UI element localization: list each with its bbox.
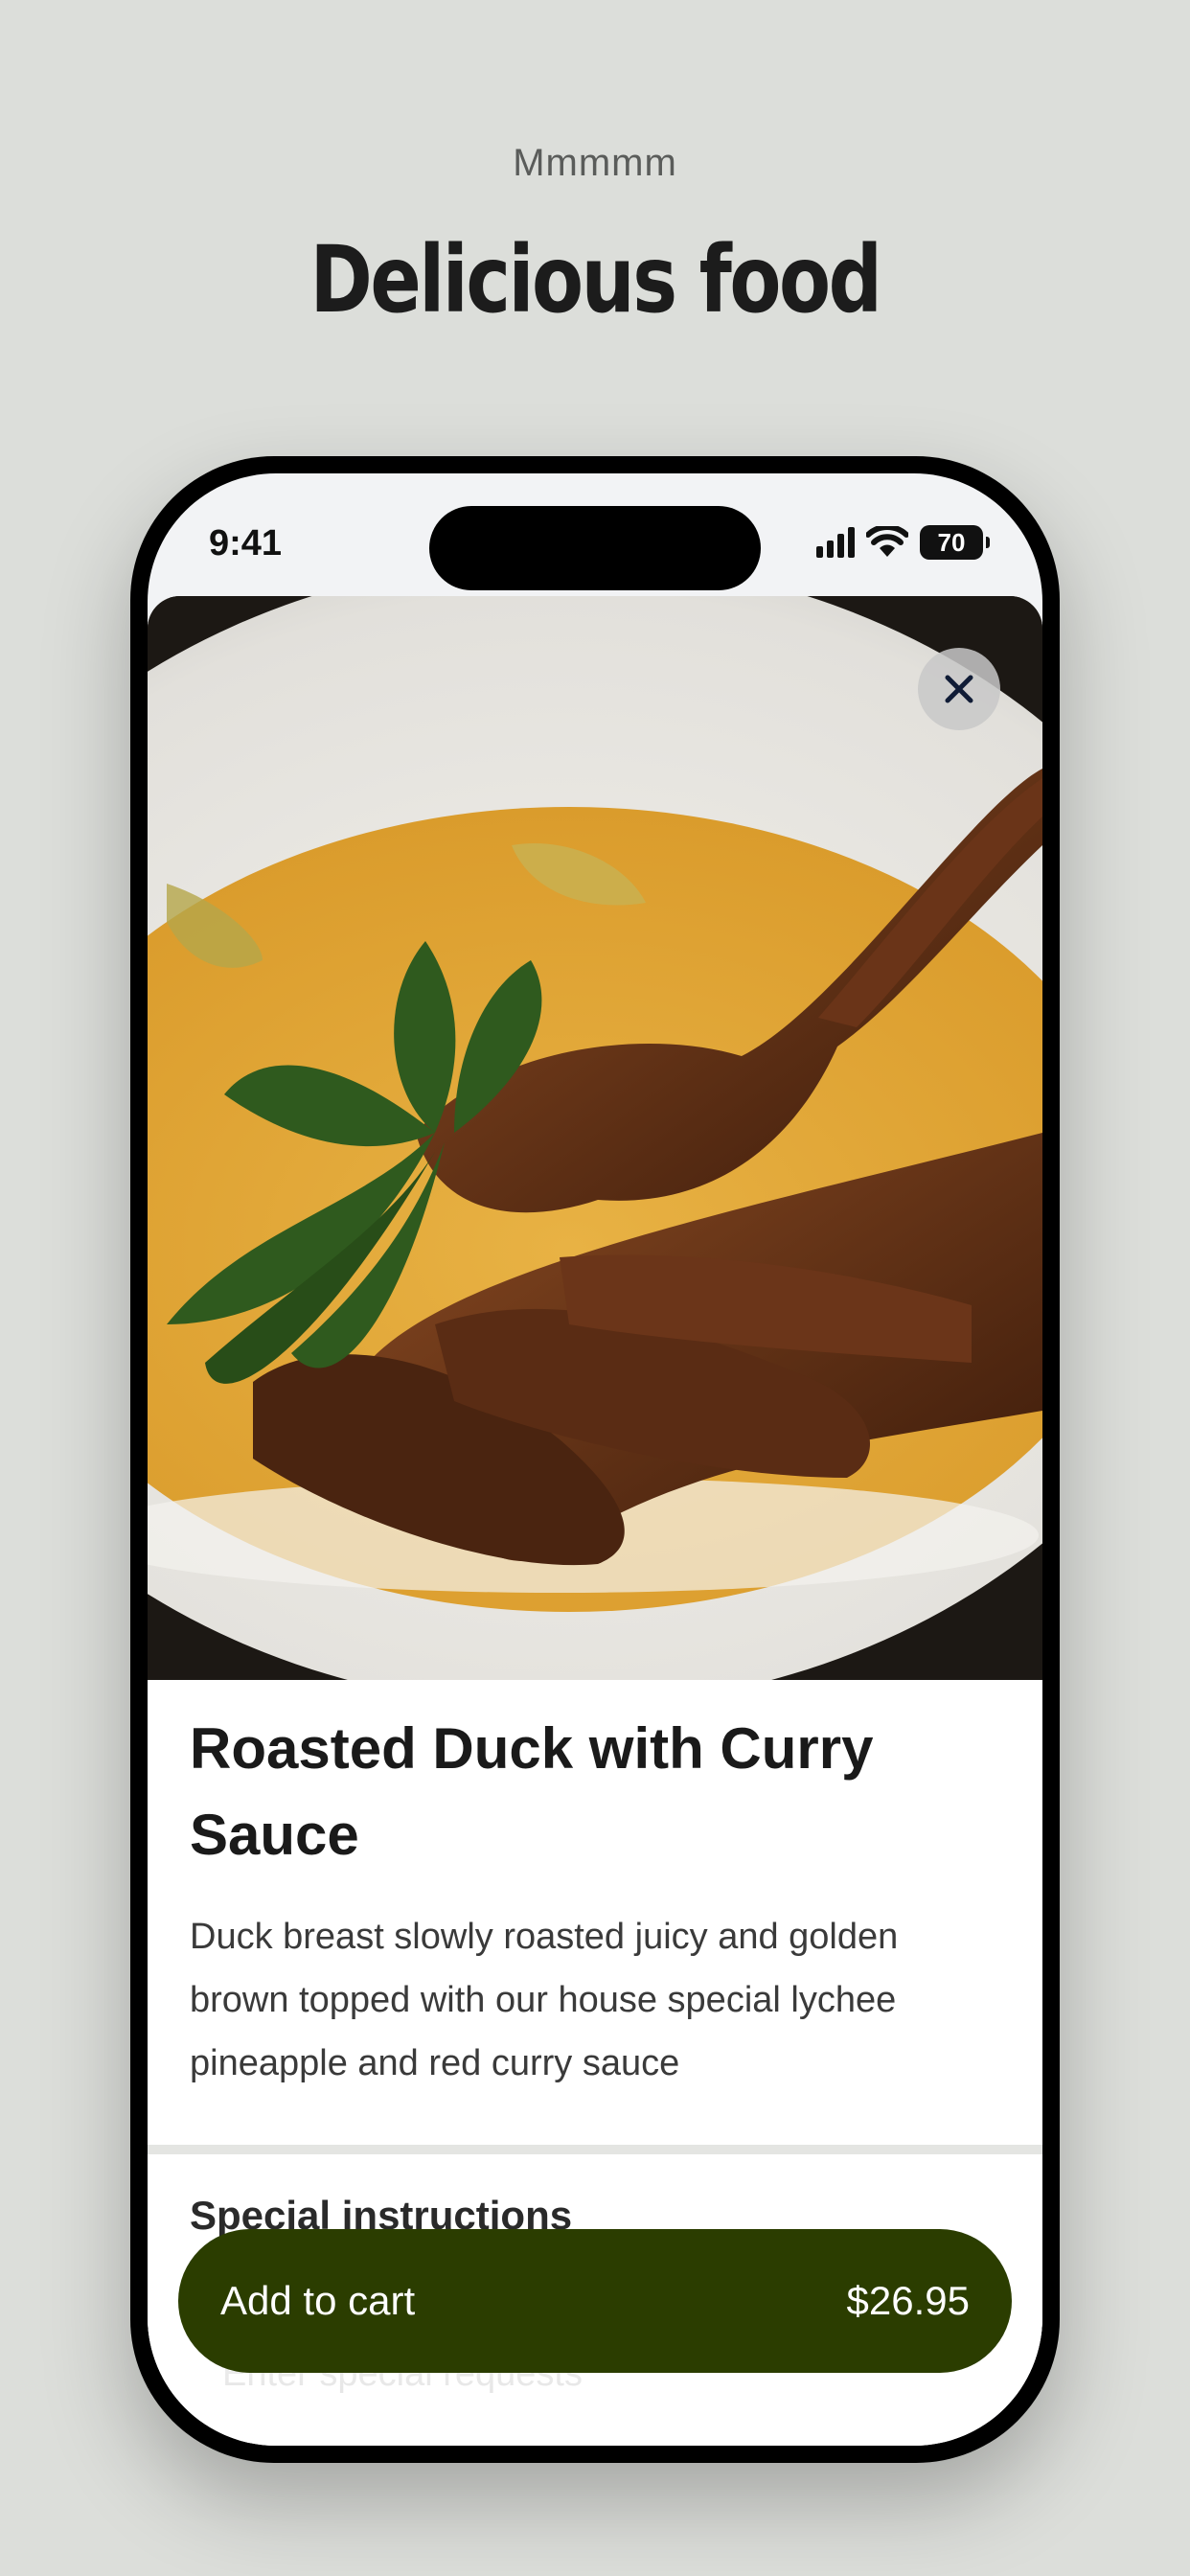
battery-icon: 70: [920, 525, 990, 560]
status-icons: 70: [816, 523, 990, 562]
phone-screen: 9:41 70 Roasted Duck with Curry Sauce Du…: [148, 473, 1042, 2446]
item-detail-sheet: Roasted Duck with Curry Sauce Duck breas…: [148, 596, 1042, 2446]
item-description: Duck breast slowly roasted juicy and gol…: [190, 1917, 899, 2083]
cellular-signal-icon: [816, 527, 855, 558]
section-divider: [148, 2145, 1042, 2154]
wifi-icon: [866, 526, 908, 557]
add-to-cart-label: Add to cart: [220, 2278, 416, 2323]
dish-illustration: [148, 596, 1042, 1680]
add-to-cart-button[interactable]: Add to cart $26.95: [178, 2229, 1012, 2373]
close-icon: [945, 675, 973, 703]
dynamic-island: [429, 506, 761, 590]
page-headline: Delicious food: [309, 226, 882, 334]
status-time: 9:41: [209, 523, 283, 564]
cart-price: $26.95: [846, 2278, 970, 2323]
item-title: Roasted Duck with Curry Sauce: [190, 1716, 874, 1867]
eyebrow-text: Mmmmm: [513, 142, 677, 184]
close-button[interactable]: [918, 648, 1000, 730]
phone-frame: 9:41 70 Roasted Duck with Curry Sauce Du…: [130, 456, 1060, 2463]
dish-photo: [148, 596, 1042, 1680]
